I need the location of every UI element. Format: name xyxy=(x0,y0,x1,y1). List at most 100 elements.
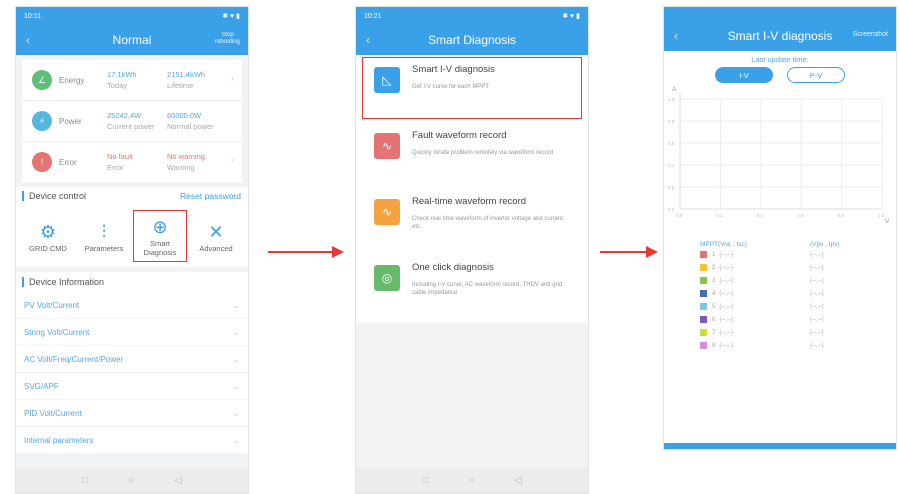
screenshot-button[interactable]: Screenshot xyxy=(853,31,888,38)
metric-label: Current power xyxy=(107,122,155,131)
legend-row: 7 (--,--) (--,--) xyxy=(700,326,896,339)
diagnosis-title: Smart I-V diagnosis xyxy=(412,64,495,75)
mppt-voc-isc: 3 (--,--) xyxy=(712,278,810,284)
iv-chart-svg: 0.0 0.2 0.4 0.6 0.8 1.0 0.0 0.2 0.4 0.6 0.8 1.0 A V xyxy=(668,86,890,225)
arrow-connector-1 xyxy=(268,251,332,253)
target-icon: ⊕ xyxy=(152,217,168,237)
x-tick-label: 0.4 xyxy=(757,213,764,218)
metric-value-group: No fault Error xyxy=(107,151,167,173)
home-icon[interactable]: ○ xyxy=(128,475,134,486)
stop-rebooting-button[interactable]: Stop rebooting xyxy=(215,32,240,46)
mppt-voc-isc: 4 (--,--) xyxy=(712,291,810,297)
mppt-voc-isc-value: (--,--) xyxy=(719,342,733,349)
diagnosis-text: One click diagnosis Including I-V curve, … xyxy=(412,262,572,297)
legend-swatch xyxy=(700,316,707,323)
back-nav-icon[interactable]: ◁ xyxy=(174,475,182,486)
mppt-voc-isc-value: (--,--) xyxy=(719,303,733,310)
metric-row-error[interactable]: ! Error No fault Error No warning Warning › xyxy=(22,142,242,182)
iv-toggle-button[interactable]: I-V xyxy=(715,67,773,83)
back-icon[interactable]: ‹ xyxy=(674,29,678,43)
last-update-label: Last update time: xyxy=(751,55,809,64)
legend-header: MPPT(Voc , Isc) (Vpv , Ipv) xyxy=(700,241,896,248)
legend-row: 5 (--,--) (--,--) xyxy=(700,300,896,313)
phone-device-screen: 10:11 ✱ ♥ ▮ ‹ Normal Stop rebooting ∠ Ene… xyxy=(15,6,249,494)
chevron-down-icon: ⌄ xyxy=(233,327,240,337)
mppt-number: 7 xyxy=(712,329,716,336)
x-tick-label: 1.0 xyxy=(878,213,885,218)
mppt-vpv-ipv-value: (--,--) xyxy=(810,264,824,271)
status-time: 10:11 xyxy=(24,12,41,20)
metric-row-power[interactable]: ⚡ Power 25242.4W Current power 60000.0W Norma… xyxy=(22,101,242,142)
y-tick-label: 0.6 xyxy=(668,141,675,146)
diagnosis-description: Including I-V curve, AC waveform record,… xyxy=(412,282,563,296)
android-nav-bar: □ ○ ◁ xyxy=(16,467,248,493)
back-icon[interactable]: ‹ xyxy=(26,33,30,47)
control-wrench[interactable]: ✕ Advanced xyxy=(188,205,244,267)
y-tick-label: 0.4 xyxy=(668,163,675,168)
diagnosis-text: Real-time waveform record Check real-time… xyxy=(412,196,572,231)
status-icons: ✱ ♥ ▮ xyxy=(222,13,240,20)
sliders-icon: ⫶ xyxy=(101,221,107,242)
control-gear[interactable]: ⚙ GRID CMD xyxy=(20,205,76,267)
status-bar: 10:21 ✱ ♥ ▮ xyxy=(356,7,588,25)
diagnosis-item-0[interactable]: ◺ Smart I-V diagnosis Get I-V curve for ea… xyxy=(362,57,582,119)
chevron-down-icon: ⌄ xyxy=(233,408,240,418)
mppt-number: 1 xyxy=(712,251,716,258)
title-bar: ‹ Smart Diagnosis xyxy=(356,25,588,55)
recent-apps-icon[interactable]: □ xyxy=(82,475,88,486)
mppt-vpv-ipv-value: (--,--) xyxy=(810,251,824,258)
status-icons: ✱ ♥ ▮ xyxy=(562,13,580,20)
info-item[interactable]: SVG/APF ⌄ xyxy=(16,373,248,400)
mppt-voc-isc-value: (--,--) xyxy=(719,316,733,323)
power-icon: ⚡ xyxy=(32,111,52,131)
chevron-down-icon: ⌄ xyxy=(233,300,240,310)
error-icon: ! xyxy=(32,152,52,172)
device-control-header: Device control Reset password xyxy=(16,187,248,205)
metric-name: Energy xyxy=(59,75,85,85)
info-item[interactable]: Internal parameters ⌄ xyxy=(16,427,248,454)
control-label: Advanced xyxy=(199,243,233,253)
mppt-number: 5 xyxy=(712,303,716,310)
info-item[interactable]: PID Volt/Current ⌄ xyxy=(16,400,248,427)
mppt-number: 3 xyxy=(712,277,716,284)
control-sliders[interactable]: ⫶ Parameters xyxy=(76,205,132,267)
device-control-grid: ⚙ GRID CMD ⫶ Parameters ⊕ Smart Diagnosis ✕ Adv… xyxy=(16,205,248,267)
one-click-icon: ◎ xyxy=(374,265,400,291)
pv-toggle-button[interactable]: P-V xyxy=(787,67,845,83)
device-information-title: Device Information xyxy=(29,276,105,287)
info-item[interactable]: PV Volt/Current ⌄ xyxy=(16,292,248,319)
info-item[interactable]: AC Volt/Freq/Current/Power ⌄ xyxy=(16,346,248,373)
back-nav-icon[interactable]: ◁ xyxy=(514,475,522,486)
metric-name: Error xyxy=(59,157,77,167)
back-icon[interactable]: ‹ xyxy=(366,33,370,47)
diagnosis-item-1[interactable]: ∿ Fault waveform record Quickly locate pro… xyxy=(356,123,588,185)
metric-row-energy[interactable]: ∠ Energy 17.1kWh Today 2151.4kWh Lifetime › xyxy=(22,60,242,101)
x-tick-label: 0.8 xyxy=(838,213,845,218)
metric-value-group: 60000.0W Normal power xyxy=(167,110,227,132)
mppt-voc-isc-value: (--,--) xyxy=(719,251,733,258)
info-item[interactable]: String Volt/Current ⌄ xyxy=(16,319,248,346)
metric-name: Power xyxy=(59,116,82,126)
chevron-down-icon: ⌄ xyxy=(233,381,240,391)
legend-swatch xyxy=(700,290,707,297)
y-tick-label: 1.0 xyxy=(668,97,675,102)
metric-value-group: 2151.4kWh Lifetime xyxy=(167,69,227,91)
home-icon[interactable]: ○ xyxy=(468,475,474,486)
reset-password-link[interactable]: Reset password xyxy=(180,191,241,201)
legend-row: 4 (--,--) (--,--) xyxy=(700,287,896,300)
diagnosis-description: Check real-time waveform of inverter vol… xyxy=(412,216,565,230)
y-tick-label: 0.8 xyxy=(668,119,675,124)
control-target[interactable]: ⊕ Smart Diagnosis xyxy=(132,209,188,263)
diagnosis-title: Real-time waveform record xyxy=(412,196,527,207)
control-label: Smart Diagnosis xyxy=(143,239,177,257)
metric-value: 17.1kWh xyxy=(107,70,137,79)
status-time: 10:21 xyxy=(364,12,382,20)
legend-swatch xyxy=(700,277,707,284)
diagnosis-item-2[interactable]: ∿ Real-time waveform record Check real-tim… xyxy=(356,189,588,251)
mppt-number: 6 xyxy=(712,316,716,323)
metric-value: 25242.4W xyxy=(107,111,142,120)
recent-apps-icon[interactable]: □ xyxy=(422,475,428,486)
metrics-card: ∠ Energy 17.1kWh Today 2151.4kWh Lifetime › ⚡ Po… xyxy=(22,60,242,182)
legend-row: 3 (--,--) (--,--) xyxy=(700,274,896,287)
diagnosis-item-3[interactable]: ◎ One click diagnosis Including I-V curve,… xyxy=(356,255,588,317)
